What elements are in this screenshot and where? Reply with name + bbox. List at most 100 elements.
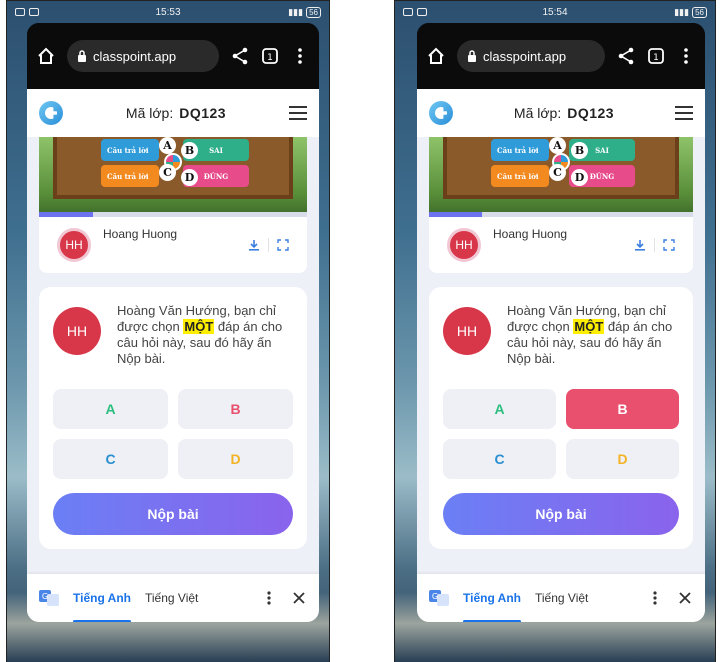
url-text: classpoint.app [483, 48, 567, 64]
slide-preview: Câu trả lời Câu trả lời SAI ĐÚNG A B C D [429, 137, 693, 217]
translate-bar: G Tiếng Anh Tiếng Việt [27, 574, 319, 622]
answer-choices: A B C D [53, 389, 293, 479]
student-avatar: HH [53, 307, 101, 355]
url-bar[interactable]: classpoint.app [67, 40, 219, 72]
submit-button[interactable]: Nộp bài [53, 493, 293, 535]
tabs-icon[interactable]: 1 [261, 47, 279, 65]
instruction-message: Hoàng Văn Hướng, bạn chỉ được chọn MỘT đ… [117, 303, 293, 367]
app-header: Mã lớp: DQ123 [417, 89, 705, 137]
app-notification-icon [29, 8, 39, 16]
lang-tab-vietnamese[interactable]: Tiếng Việt [535, 587, 588, 609]
slide-letter-a: A [549, 137, 566, 154]
translate-bar: G Tiếng Anh Tiếng Việt [417, 574, 705, 622]
close-icon[interactable] [291, 590, 307, 606]
presenter-card: HH Hoang Huong [429, 217, 693, 273]
share-icon[interactable] [231, 47, 249, 65]
home-icon[interactable] [37, 47, 55, 65]
svg-text:1: 1 [653, 53, 659, 63]
lock-icon [77, 50, 87, 62]
home-icon[interactable] [427, 47, 445, 65]
battery-level: 56 [692, 6, 707, 18]
classpoint-logo-icon [429, 101, 453, 125]
choice-d-button[interactable]: D [566, 439, 679, 479]
question-card: HH Hoàng Văn Hướng, bạn chỉ được chọn MỘ… [429, 287, 693, 549]
slide-letter-d: D [181, 169, 198, 186]
presenter-name: Hoang Huong [103, 227, 178, 241]
slide-letter-d: D [571, 169, 588, 186]
slide-answer-c: Câu trả lời [101, 165, 159, 187]
close-icon[interactable] [677, 590, 693, 606]
app-notification-icon [417, 8, 427, 16]
download-icon[interactable] [248, 239, 260, 251]
url-bar[interactable]: classpoint.app [457, 40, 605, 72]
slide-answer-a: Câu trả lời [101, 139, 159, 161]
notification-icon [403, 8, 413, 16]
instruction-highlight: MỘT [183, 319, 215, 334]
signal-icon: ▮▮▮ [288, 6, 304, 17]
share-icon[interactable] [617, 47, 635, 65]
menu-icon[interactable] [289, 106, 307, 120]
svg-text:G: G [42, 592, 48, 601]
translate-more-icon[interactable] [647, 590, 663, 606]
lock-icon [467, 50, 477, 62]
web-page: Mã lớp: DQ123 Câu trả lời Câu trả lời SAI… [417, 89, 705, 622]
tabs-icon[interactable]: 1 [647, 47, 665, 65]
slide-letter-c: C [549, 164, 566, 181]
google-translate-icon[interactable]: G [429, 588, 449, 608]
google-translate-icon[interactable]: G [39, 588, 59, 608]
fullscreen-icon[interactable] [277, 239, 289, 251]
class-code: Mã lớp: DQ123 [453, 105, 675, 121]
class-code-label: Mã lớp: [125, 105, 174, 121]
submit-button[interactable]: Nộp bài [443, 493, 679, 535]
status-bar: 15:54 ▮▮▮ 56 [395, 1, 715, 23]
choice-c-button[interactable]: C [53, 439, 168, 479]
signal-icon: ▮▮▮ [674, 6, 690, 17]
fullscreen-icon[interactable] [663, 239, 675, 251]
slide-preview: Câu trả lời Câu trả lời SAI ĐÚNG A B C D [39, 137, 307, 217]
choice-a-button[interactable]: A [443, 389, 556, 429]
question-card: HH Hoàng Văn Hướng, bạn chỉ được chọn MỘ… [39, 287, 307, 549]
status-time: 15:53 [155, 6, 181, 18]
web-page: Mã lớp: DQ123 Câu trả lời Câu trả lời SAI… [27, 89, 319, 622]
slide-board: Câu trả lời Câu trả lời SAI ĐÚNG A B C D [443, 137, 679, 199]
download-icon[interactable] [634, 239, 646, 251]
more-options-icon[interactable] [291, 47, 309, 65]
choice-b-button[interactable]: B [566, 389, 679, 429]
presenter-avatar: HH [57, 228, 91, 262]
more-options-icon[interactable] [677, 47, 695, 65]
lang-tab-vietnamese[interactable]: Tiếng Việt [145, 587, 198, 609]
choice-b-button[interactable]: B [178, 389, 293, 429]
presenter-name: Hoang Huong [493, 227, 568, 241]
battery-level: 56 [306, 6, 321, 18]
presenter-avatar: HH [447, 228, 481, 262]
class-code-label: Mã lớp: [513, 105, 562, 121]
student-avatar: HH [443, 307, 491, 355]
answer-choices: A B C D [443, 389, 679, 479]
translate-more-icon[interactable] [261, 590, 277, 606]
choice-a-button[interactable]: A [53, 389, 168, 429]
choice-c-button[interactable]: C [443, 439, 556, 479]
slide-letter-a: A [159, 137, 176, 154]
lang-tab-english[interactable]: Tiếng Anh [73, 587, 131, 622]
slide-answer-c: Câu trả lời [491, 165, 549, 187]
svg-text:G: G [432, 592, 438, 601]
instruction-highlight: MỘT [573, 319, 605, 334]
choice-d-button[interactable]: D [178, 439, 293, 479]
lang-tab-english[interactable]: Tiếng Anh [463, 587, 521, 622]
class-code-value: DQ123 [179, 105, 227, 121]
screenshot-left: 15:53 ▮▮▮ 56 classpoint.app 1 Mã lớp: DQ… [6, 0, 330, 662]
browser-window: classpoint.app 1 Mã lớp: DQ123 Câu trả l… [417, 23, 705, 622]
notification-icon [15, 8, 25, 16]
browser-toolbar: classpoint.app 1 [417, 23, 705, 89]
screenshot-right: 15:54 ▮▮▮ 56 classpoint.app 1 Mã lớp: DQ… [394, 0, 716, 662]
menu-icon[interactable] [675, 106, 693, 120]
url-text: classpoint.app [93, 48, 177, 64]
slide-board: Câu trả lời Câu trả lời SAI ĐÚNG A B C D [53, 137, 293, 199]
status-bar: 15:53 ▮▮▮ 56 [7, 1, 329, 23]
svg-text:1: 1 [267, 53, 273, 63]
classpoint-logo-icon [39, 101, 63, 125]
slide-letter-b: B [181, 142, 198, 159]
slide-letter-c: C [159, 164, 176, 181]
browser-window: classpoint.app 1 Mã lớp: DQ123 Câu trả l… [27, 23, 319, 622]
class-code-value: DQ123 [567, 105, 615, 121]
